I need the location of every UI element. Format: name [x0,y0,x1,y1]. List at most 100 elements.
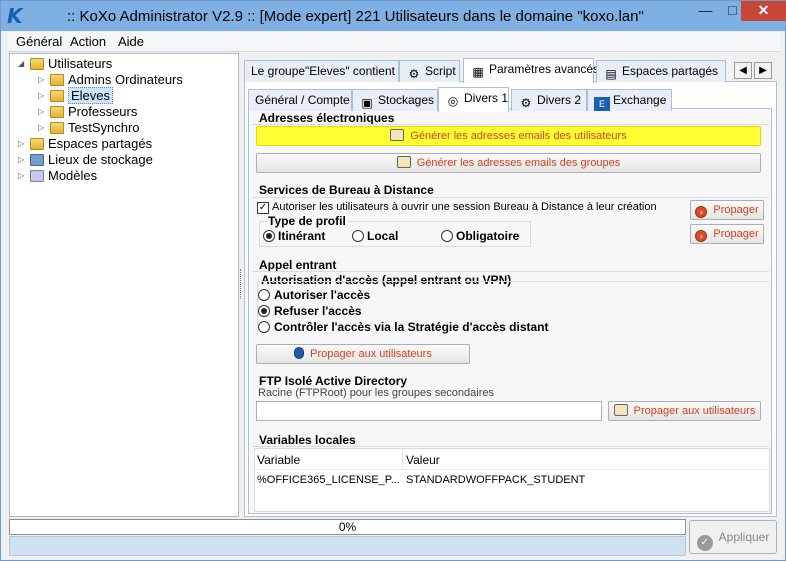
expand-arrow-icon[interactable]: ▷ [18,136,28,152]
tree-item-modeles[interactable]: ▷ Modèles [18,168,97,184]
dialin-policy-label: Contrôler l'accès via la Stratégie d'acc… [274,320,549,334]
tab-scroll-left-icon[interactable]: ◀ [734,62,752,79]
profile-obligatoire-radio[interactable] [441,230,453,242]
menu-general[interactable]: Général [16,34,62,49]
col-variable-header[interactable]: Variable [257,453,300,467]
tab-label: Divers 2 [537,93,582,107]
expand-arrow-icon[interactable]: ▷ [38,88,48,104]
expand-arrow-icon[interactable]: ▷ [18,168,28,184]
main-tabs: Le groupe"Eleves" contient ⚙ Script ▦ Para… [244,58,777,83]
splitter-grip[interactable] [240,269,243,299]
settings-icon: ▦ [472,65,484,79]
window-title: :: KoXo Administrator V2.9 :: [Mode expe… [67,8,644,25]
tab-stockages[interactable]: ▣ Stockages [352,89,438,111]
table-cell-value[interactable]: STANDARDWOFFPACK_STUDENT [406,474,585,486]
dialin-section-title: Appel entrant [259,258,337,272]
network-icon [613,404,628,416]
app-window: K :: KoXo Administrator V2.9 :: [Mode ex… [0,0,786,561]
tree-item-label: TestSynchro [68,120,140,135]
exchange-icon: E [594,97,610,111]
expand-arrow-icon[interactable]: ▷ [38,104,48,120]
col-value-header[interactable]: Valeur [406,453,440,467]
dialin-policy-radio[interactable] [258,321,270,333]
header-separator [254,469,770,470]
profile-itinerant-radio[interactable] [263,230,275,242]
propagate-profile-button[interactable]: › Propager [690,224,764,244]
tab-label: Stockages [378,93,435,107]
close-button[interactable]: ✕ [741,1,786,21]
button-label: Propager [713,228,759,240]
shared-space-icon [30,138,44,150]
propagate-arrow-icon: › [695,206,708,218]
generate-group-emails-button[interactable]: Générer les adresses emails des groupes [256,153,761,173]
card-icon [390,129,405,141]
tab-groupe-contient[interactable]: Le groupe"Eleves" contient [244,60,399,82]
tree-item-lieux-de-stockage[interactable]: ▷ Lieux de stockage [18,152,153,168]
propagate-rds-button[interactable]: › Propager [690,200,764,220]
tree-item-admins-ordinateurs[interactable]: ▷ Admins Ordinateurs [38,72,183,88]
tree-item-label: Eleves [68,87,114,104]
tab-scroll: ◀ ▶ [734,62,772,79]
dialin-allow-radio[interactable] [258,289,270,301]
tab-exchange[interactable]: E Exchange [587,89,672,111]
tab-label: Script [425,64,456,78]
expand-arrow-icon[interactable]: ▷ [18,152,28,168]
menu-action[interactable]: Action [70,34,106,49]
vars-section-title: Variables locales [259,433,356,447]
tree-item-utilisateurs[interactable]: ◢ Utilisateurs [18,56,112,72]
expand-arrow-icon[interactable]: ▷ [38,120,48,136]
sub-tabs: Général / Compte ▣ Stockages ◎ Divers 1 ⚙ D… [248,87,772,112]
folder-icon [50,106,64,118]
bluetooth-icon [294,347,305,359]
table-cell-variable[interactable]: %OFFICE365_LICENSE_P... [257,474,400,486]
tree-item-espaces-partages[interactable]: ▷ Espaces partagés [18,136,152,152]
generate-user-emails-button[interactable]: Générer les adresses emails des utilisat… [256,126,761,146]
profile-local-radio[interactable] [352,230,364,242]
divider [253,197,769,198]
button-label: Générer les adresses emails des groupes [416,157,621,169]
rds-allow-checkbox[interactable]: ✓ [257,202,269,214]
tab-script[interactable]: ⚙ Script [399,60,460,82]
profile-local-label: Local [367,229,399,243]
tab-label: Espaces partagés [622,64,719,78]
tab-espaces-partages[interactable]: ▤ Espaces partagés [596,60,726,82]
column-separator [402,449,403,469]
propagate-dialin-button[interactable]: Propager aux utilisateurs [256,344,470,364]
koxo-logo-icon: K [7,4,23,28]
title-bar[interactable]: K :: KoXo Administrator V2.9 :: [Mode ex… [1,1,786,31]
expand-arrow-icon[interactable]: ▷ [38,72,48,88]
dialin-deny-radio[interactable] [258,305,270,317]
tab-label: Exchange [613,93,667,107]
rds-section-title: Services de Bureau à Distance [259,183,434,197]
minimize-button[interactable]: — [692,1,719,21]
menu-aide[interactable]: Aide [118,34,144,49]
tree-item-professeurs[interactable]: ▷ Professeurs [38,104,137,120]
tab-scroll-right-icon[interactable]: ▶ [754,62,772,79]
status-bar [9,536,686,556]
ftp-root-input[interactable] [256,401,602,421]
profile-obligatoire-label: Obligatoire [456,229,520,243]
divider [253,446,769,447]
email-section-title: Adresses électroniques [259,111,395,125]
folder-icon [50,90,64,102]
collapse-arrow-icon[interactable]: ◢ [18,56,28,72]
tab-divers-1[interactable]: ◎ Divers 1 [438,87,509,112]
users-folder-icon [30,58,44,70]
propagate-ftp-button[interactable]: Propager aux utilisateurs [608,401,761,421]
card-icon [396,156,411,168]
tree-item-testsynchro[interactable]: ▷ TestSynchro [38,120,140,136]
profile-type-title: Type de profil [266,214,348,228]
model-icon [30,170,44,182]
tab-divers-2[interactable]: ⚙ Divers 2 [511,89,587,111]
tree-item-eleves[interactable]: ▷ Eleves [38,87,114,104]
gears-icon: ⚙ [408,67,420,81]
ftp-root-label: Racine (FTPRoot) pour les groupes second… [258,387,495,399]
tab-parametres-avances[interactable]: ▦ Paramètres avancés [463,58,599,83]
navigation-tree[interactable]: ◢ Utilisateurs ▷ Admins Ordinateurs ▷ Eleve… [9,53,239,517]
tab-general-compte[interactable]: Général / Compte [248,89,352,111]
tree-item-label: Professeurs [68,104,138,119]
button-label: Générer les adresses emails des utilisat… [410,130,627,142]
profile-itinerant-label: Itinérant [278,229,326,243]
apply-button[interactable]: ✓ Appliquer [689,520,777,554]
misc-icon: ◎ [447,94,459,108]
